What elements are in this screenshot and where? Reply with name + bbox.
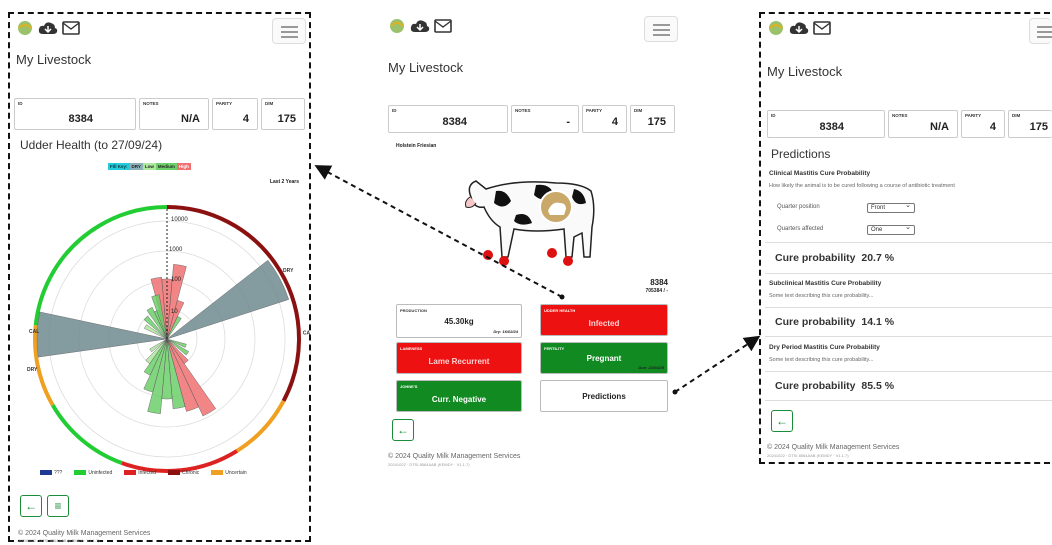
list-button[interactable]: ≡ — [47, 495, 69, 517]
clinical-title: Clinical Mastitis Cure Probability — [769, 170, 871, 177]
cloud-icon[interactable] — [789, 20, 809, 36]
udder-health-panel: My Livestock ID 8384 NOTES N/A PARITY 4 DIM… — [8, 12, 311, 543]
udder-health-tile[interactable]: UDDER HEALTH Infected — [540, 304, 668, 336]
menu-button[interactable] — [272, 18, 306, 44]
arrow-predictions-to-panel — [674, 335, 761, 393]
dry-period-title: Dry Period Mastitis Cure Probability — [769, 344, 880, 351]
dim-card: DIM 175 — [1008, 110, 1052, 138]
scale-tick-label: 10 — [171, 309, 178, 315]
legend-unknown: ??? — [40, 470, 62, 476]
back-button[interactable]: ← — [392, 419, 414, 441]
johnes-tile[interactable]: JOHNE'S Curr. Negative — [396, 380, 522, 412]
ring-label: DRY — [283, 268, 294, 274]
globe-logo-icon — [769, 21, 783, 35]
notes-card: NOTES - — [511, 105, 579, 133]
udder-health-radial-chart: 10000 1000 100 10 DRY CAL CAL DRY — [27, 205, 310, 473]
app-brand — [767, 20, 831, 36]
legend-uncertain: Uncertain — [211, 470, 247, 476]
animal-overview-panel: My Livestock ID 8384 NOTES - PARITY 4 DIM 17… — [382, 12, 682, 482]
page-title: My Livestock — [388, 60, 464, 75]
menu-button[interactable] — [644, 16, 678, 42]
subclinical-desc: Some text describing this cure probabili… — [769, 293, 874, 299]
dry-period-cure-probability: Cure probability 85.5 % — [775, 380, 895, 392]
divider — [765, 336, 1052, 337]
page-title: My Livestock — [16, 52, 92, 67]
footer-build: 20241022 · DTSI 8564AAB (KEMDY · V1.1.7) — [388, 462, 470, 467]
breed-label: Holstein Friesian — [396, 143, 437, 149]
fertility-tile[interactable]: FERTILITY Pregnant Due: 22/04/25 — [540, 342, 668, 374]
id-card: ID 8384 — [388, 105, 508, 133]
subclinical-cure-probability: Cure probability 14.1 % — [775, 316, 895, 328]
globe-logo-icon — [18, 21, 32, 35]
id-card: ID 8384 — [14, 98, 136, 130]
scale-tick-label: 10000 — [171, 217, 188, 223]
divider — [765, 400, 1052, 401]
cloud-icon[interactable] — [410, 18, 430, 34]
page-title: My Livestock — [767, 64, 843, 79]
divider — [765, 273, 1052, 274]
notes-card: NOTES N/A — [888, 110, 958, 138]
dim-card: DIM 175 — [261, 98, 305, 130]
animal-tag: 8384 — [650, 278, 668, 287]
id-card: ID 8384 — [767, 110, 885, 138]
footer-copyright: © 2024 Quality Milk Management Services — [388, 453, 521, 460]
app-brand — [388, 18, 452, 34]
footer-copyright: © 2024 Quality Milk Management Services — [18, 530, 151, 537]
clinical-desc: How likely the animal is to be cured fol… — [769, 183, 955, 189]
dim-card: DIM 175 — [630, 105, 675, 133]
quarters-affected-label: Quarters affected — [777, 226, 824, 232]
notes-card: NOTES N/A — [139, 98, 209, 130]
legend-uninfected: Uninfected — [74, 470, 112, 476]
animal-tag-sub: 705384 / - — [645, 288, 668, 294]
divider — [765, 307, 1052, 308]
back-button[interactable]: ← — [20, 495, 42, 517]
predictions-panel: My Livestock ID 8384 NOTES N/A PARITY 4 DIM… — [759, 12, 1052, 464]
predictions-title: Predictions — [771, 147, 831, 161]
legend-chronic: Chronic — [168, 470, 199, 476]
status-ring-uncertain — [235, 400, 286, 453]
globe-logo-icon — [390, 19, 404, 33]
fill-key: Fill Key: DRY Low Medium High — [108, 163, 191, 170]
legend-infected: Infected — [124, 470, 156, 476]
scale-tick-label: 100 — [171, 277, 182, 283]
parity-card: PARITY 4 — [582, 105, 627, 133]
ring-label: CAL — [29, 329, 39, 335]
ring-label: CAL — [303, 330, 310, 336]
status-ring-uninfected — [48, 205, 168, 278]
quarters-affected-select[interactable]: One — [867, 224, 915, 235]
footer-build: 20241022 · DTSI 8564AAB (KEMDY · V1.1.7) — [18, 538, 100, 543]
cow-udder-diagram[interactable] — [456, 167, 606, 267]
footer-copyright: © 2024 Quality Milk Management Services — [767, 444, 900, 451]
clinical-cure-probability: Cure probability 20.7 % — [775, 252, 895, 264]
ring-label: DRY — [27, 367, 38, 373]
mail-icon[interactable] — [62, 21, 80, 35]
quarter-position-label: Quarter position — [777, 204, 820, 210]
menu-button[interactable] — [1029, 18, 1052, 44]
production-tile[interactable]: PRODUCTION 45.30kg Dry: 16/02/24 — [396, 304, 522, 338]
mail-icon[interactable] — [434, 19, 452, 33]
mail-icon[interactable] — [813, 21, 831, 35]
dry-period-desc: Some text describing this cure probabili… — [769, 357, 874, 363]
app-brand — [16, 20, 80, 36]
divider — [765, 242, 1052, 243]
udder-health-title: Udder Health (to 27/09/24) — [20, 138, 163, 152]
subclinical-title: Subclinical Mastitis Cure Probability — [769, 280, 882, 287]
predictions-button[interactable]: Predictions — [540, 380, 668, 412]
cloud-icon[interactable] — [38, 20, 58, 36]
lameness-tile[interactable]: LAMENESS Lame Recurrent — [396, 342, 522, 374]
sector-dry — [166, 259, 290, 340]
udder-legend: ??? Uninfected Infected Chronic Uncertai… — [40, 470, 300, 476]
footer-build: 20241022 · DTSI 8564AAB (KEMDY · V1.1.7) — [767, 453, 849, 458]
divider — [765, 371, 1052, 372]
parity-card: PARITY 4 — [961, 110, 1005, 138]
parity-card: PARITY 4 — [212, 98, 258, 130]
quarter-position-select[interactable]: Front — [867, 202, 915, 213]
scale-tick-label: 1000 — [169, 247, 183, 253]
back-button[interactable]: ← — [771, 410, 793, 432]
status-ring-uninfected — [50, 403, 123, 465]
